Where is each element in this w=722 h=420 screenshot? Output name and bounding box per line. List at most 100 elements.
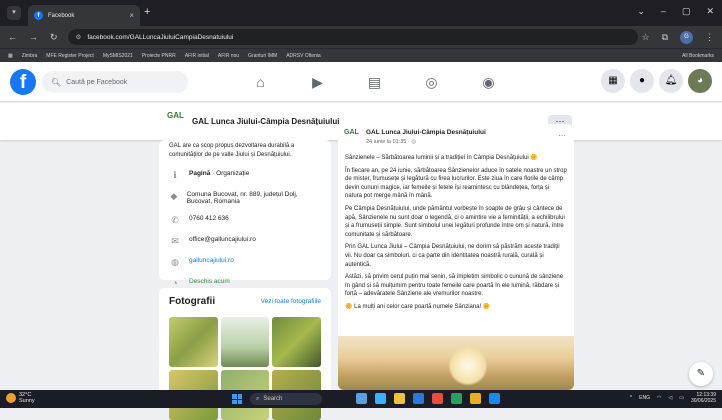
new-tab-button[interactable]: + [144, 6, 150, 18]
bookmark-item[interactable]: ADRSV Oltenia [286, 53, 320, 59]
photo-thumbnail[interactable] [169, 317, 218, 367]
post-paragraph: În fiecare an, pe 24 iunie, sărbătoarea … [345, 167, 567, 200]
apps-icon[interactable]: ▦ [8, 53, 13, 59]
chrome-icon[interactable] [470, 393, 481, 404]
search-placeholder: Caută pe Facebook [66, 78, 128, 86]
groups-icon[interactable]: ◎ [403, 62, 460, 102]
system-tray: ^ ENG ◠ ◁ ▭ 12:13:39 30/06/2025 [630, 392, 716, 404]
see-all-photos-link[interactable]: Vezi toate fotografiile [261, 298, 321, 305]
chevron-down-icon[interactable]: ⌄ [637, 6, 645, 17]
post-image[interactable] [338, 336, 574, 390]
kebab-menu-icon[interactable]: ⋮ [705, 32, 714, 43]
post-author[interactable]: GAL Lunca Jiului-Câmpia Desnățuiului [366, 129, 486, 136]
bookmark-item[interactable]: Proiecte PNRR [142, 53, 176, 59]
messenger-icon[interactable]: ● [630, 69, 654, 93]
bookmark-item[interactable]: Zimbra [22, 53, 38, 59]
search-icon: ⌕ [256, 395, 260, 402]
bell-icon[interactable]: 🔔︎ [659, 69, 683, 93]
account-avatar[interactable]: ◕ [688, 69, 712, 93]
wifi-icon[interactable]: ◠ [657, 395, 661, 401]
post-date[interactable]: 24 iunie la 01:35 · ◎ [366, 139, 416, 145]
windows-start-icon[interactable] [232, 394, 242, 404]
taskbar: 32°C Sunny ⌕ Search ^ ENG ◠ ◁ ▭ 12:13:39 … [0, 390, 722, 408]
bookmark-item[interactable]: AFIR initial [185, 53, 209, 59]
main-nav-tabs: ⌂ ▶ ▤ ◎ ◉ [232, 62, 517, 102]
back-icon[interactable]: ← [8, 32, 17, 43]
photo-thumbnail[interactable] [220, 317, 270, 367]
phone-text: 0760 412 636 [189, 215, 229, 222]
forward-icon[interactable]: → [29, 32, 38, 43]
compose-icon[interactable]: ✎ [689, 362, 713, 386]
post-paragraph: Sânzienele – Sărbătoarea luminii și a tr… [345, 155, 538, 161]
star-icon[interactable]: ☆ [641, 32, 649, 43]
website-link[interactable]: galluncajiului.ro [189, 257, 234, 264]
url-field[interactable]: ⚙ facebook.com/GALLuncaJiuluiCampiaDesna… [67, 29, 638, 45]
post-author-logo[interactable]: GAL [344, 129, 362, 147]
left-column: GAL are ca scop propus dezvoltarea durab… [159, 140, 331, 420]
bookmarks-bar: ▦ Zimbra MFE Register Project MySMIS2021… [0, 48, 722, 62]
url-text: facebook.com/GALLuncaJiuluiCampiaDesnatu… [87, 33, 234, 41]
photos-title: Fotografii [169, 296, 216, 307]
close-icon[interactable]: ✕ [706, 6, 714, 17]
page-logo[interactable]: GAL [167, 111, 187, 131]
marketplace-icon[interactable]: ▤ [346, 62, 403, 102]
site-info-icon[interactable]: ⚙ [76, 33, 82, 41]
hours-row: ◔ Deschis acum [169, 278, 321, 288]
facebook-favicon-icon: f [34, 11, 43, 20]
store-icon[interactable] [413, 393, 424, 404]
bookmark-item[interactable]: Granturi IMM [248, 53, 277, 59]
location-icon: ◆ [170, 191, 178, 201]
bookmark-item[interactable]: MFE Register Project [46, 53, 94, 59]
home-icon[interactable]: ⌂ [232, 62, 289, 102]
app-icon[interactable] [489, 393, 500, 404]
post-card: GAL GAL Lunca Jiului-Câmpia Desnățuiului… [338, 124, 574, 390]
tab-close-icon[interactable]: × [129, 11, 134, 20]
open-status[interactable]: Deschis acum [189, 278, 230, 285]
facebook-logo[interactable]: f [10, 69, 36, 95]
maximize-icon[interactable]: ▢ [682, 6, 691, 17]
bookmark-item[interactable]: AFIR nou [218, 53, 239, 59]
address-row: ◆ Comuna Bucovat, nr. 889, județul Dolj,… [169, 191, 321, 205]
post-options-icon[interactable]: ··· [558, 131, 566, 140]
app-icon[interactable] [356, 393, 367, 404]
globe-icon: ◍ [171, 257, 179, 267]
edge-icon[interactable] [375, 393, 386, 404]
date: 30/06/2025 [690, 398, 716, 404]
weather-widget[interactable]: 32°C Sunny [6, 392, 35, 404]
photo-thumbnail[interactable] [272, 317, 321, 367]
video-icon[interactable]: ▶ [289, 62, 346, 102]
gaming-icon[interactable]: ◉ [460, 62, 517, 102]
office-icon[interactable] [432, 393, 443, 404]
minimize-icon[interactable]: – [661, 6, 666, 17]
extensions-icon[interactable]: ⧉ [662, 32, 668, 43]
volume-icon[interactable]: ◁ [668, 395, 672, 401]
battery-icon[interactable]: ▭ [679, 395, 684, 401]
tab-search-icon[interactable]: ▾ [7, 6, 21, 20]
search-icon: 🔍︎ [51, 77, 62, 87]
language-indicator[interactable]: ENG [639, 395, 650, 401]
menu-grid-icon[interactable]: ▦ [601, 69, 625, 93]
search-input[interactable]: 🔍︎ Caută pe Facebook [42, 71, 188, 93]
file-explorer-icon[interactable] [394, 393, 405, 404]
taskbar-search-label: Search [263, 396, 283, 402]
chevron-up-icon[interactable]: ^ [630, 395, 632, 401]
post-paragraph: Astăzi, să privim cerul puțin mai senin,… [345, 274, 564, 298]
info-icon: ℹ [173, 170, 177, 180]
bookmark-item[interactable]: MySMIS2021 [103, 53, 133, 59]
taskbar-search[interactable]: ⌕ Search [250, 393, 322, 405]
post-paragraph: 🌼 La mulți ani celor care poartă numele … [345, 303, 491, 310]
post-paragraph: Pe Câmpia Desnățuiului, unde pământul vo… [345, 205, 565, 238]
sun-icon [6, 393, 16, 403]
reload-icon[interactable]: ↻ [50, 32, 58, 43]
browser-tab[interactable]: f Facebook × [28, 5, 140, 26]
profile-avatar[interactable]: G [680, 30, 693, 44]
phone-icon: ✆ [171, 215, 179, 225]
clock[interactable]: 12:13:39 30/06/2025 [691, 392, 716, 404]
phone-row: ✆ 0760 412 636 [169, 215, 321, 226]
email-row: ✉ office@galluncajiului.ro [169, 236, 321, 247]
tab-title: Facebook [48, 12, 75, 19]
page-title[interactable]: GAL Lunca Jiului-Câmpia Desnățuiului [192, 117, 339, 126]
email-text[interactable]: office@galluncajiului.ro [189, 236, 256, 243]
app-icon[interactable] [451, 393, 462, 404]
all-bookmarks-button[interactable]: All Bookmarks [682, 53, 714, 59]
